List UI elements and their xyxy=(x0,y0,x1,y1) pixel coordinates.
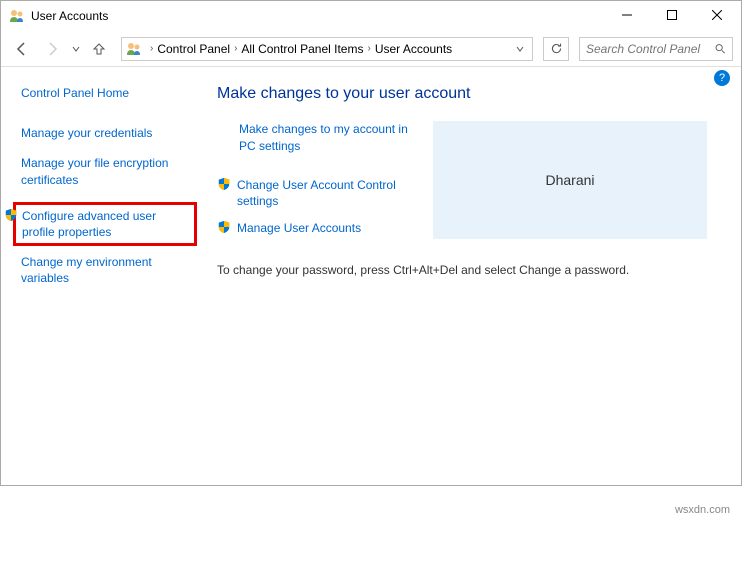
page-heading: Make changes to your user account xyxy=(217,85,723,103)
shield-icon xyxy=(4,208,18,222)
help-icon[interactable]: ? xyxy=(714,70,730,86)
breadcrumb[interactable]: › Control Panel › All Control Panel Item… xyxy=(121,37,533,61)
window-title: User Accounts xyxy=(31,9,604,23)
refresh-button[interactable] xyxy=(543,37,569,61)
close-button[interactable] xyxy=(694,1,739,29)
maximize-button[interactable] xyxy=(649,1,694,29)
password-instruction: To change your password, press Ctrl+Alt+… xyxy=(217,263,723,277)
back-button[interactable] xyxy=(9,36,35,62)
sidebar: Control Panel Home Manage your credentia… xyxy=(1,67,209,485)
search-box[interactable] xyxy=(579,37,733,61)
search-input[interactable] xyxy=(586,42,715,56)
chevron-right-icon: › xyxy=(234,43,237,54)
breadcrumb-item-user-accounts[interactable]: User Accounts xyxy=(375,42,452,56)
account-card: Dharani xyxy=(433,121,707,239)
sidebar-environment-vars[interactable]: Change my environment variables xyxy=(21,254,197,286)
sidebar-manage-encryption-certs[interactable]: Manage your file encryption certificates xyxy=(21,155,197,187)
link-uac-settings[interactable]: Change User Account Control settings xyxy=(237,177,417,211)
user-accounts-icon xyxy=(9,8,25,24)
breadcrumb-dropdown[interactable] xyxy=(512,45,528,53)
sidebar-manage-credentials[interactable]: Manage your credentials xyxy=(21,125,197,141)
shield-icon xyxy=(217,220,231,234)
forward-button[interactable] xyxy=(39,36,65,62)
minimize-button[interactable] xyxy=(604,1,649,29)
account-name: Dharani xyxy=(545,172,594,188)
sidebar-configure-profile[interactable]: Configure advanced user profile properti… xyxy=(13,202,197,246)
breadcrumb-item-control-panel[interactable]: Control Panel xyxy=(157,42,230,56)
sidebar-item-label: Configure advanced user profile properti… xyxy=(22,208,190,240)
chevron-right-icon: › xyxy=(150,43,153,54)
chevron-right-icon: › xyxy=(367,43,370,54)
navbar: › Control Panel › All Control Panel Item… xyxy=(1,31,741,67)
control-panel-home-link[interactable]: Control Panel Home xyxy=(21,85,197,101)
breadcrumb-item-all-items[interactable]: All Control Panel Items xyxy=(241,42,363,56)
search-icon xyxy=(715,43,726,55)
link-pc-settings[interactable]: Make changes to my account in PC setting… xyxy=(239,121,417,155)
history-dropdown[interactable] xyxy=(69,45,83,53)
up-button[interactable] xyxy=(87,37,111,61)
main-content: Make changes to your user account Make c… xyxy=(209,67,741,485)
user-accounts-icon xyxy=(126,41,142,57)
titlebar: User Accounts xyxy=(1,1,741,31)
link-manage-accounts[interactable]: Manage User Accounts xyxy=(237,220,361,237)
shield-icon xyxy=(217,177,231,191)
watermark: wsxdn.com xyxy=(675,504,730,516)
